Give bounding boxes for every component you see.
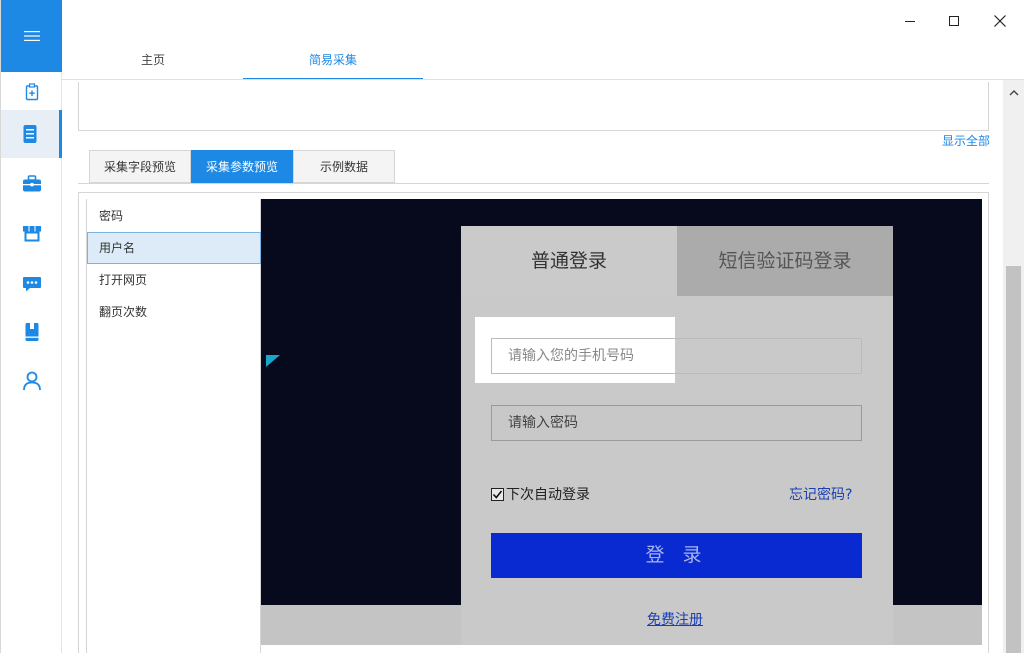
param-item-username[interactable]: 用户名 bbox=[87, 232, 261, 264]
param-item-password[interactable]: 密码 bbox=[87, 200, 261, 232]
scroll-thumb[interactable] bbox=[1006, 266, 1021, 653]
chat-icon bbox=[22, 277, 41, 292]
tab-home[interactable]: 主页 bbox=[63, 44, 243, 80]
collect-textarea[interactable] bbox=[78, 82, 989, 131]
checkbox-checked-icon bbox=[491, 487, 504, 501]
param-item-page-count[interactable]: 翻页次数 bbox=[87, 296, 261, 328]
auto-login-label: 下次自动登录 bbox=[506, 487, 590, 503]
hamburger-icon bbox=[23, 31, 40, 41]
forgot-password-link[interactable]: 忘记密码? bbox=[789, 484, 852, 504]
show-all-link[interactable]: 显示全部 bbox=[930, 132, 990, 149]
rail-item-chat[interactable] bbox=[1, 260, 62, 308]
register-link[interactable]: 免费注册 bbox=[647, 609, 703, 629]
login-button[interactable]: 登 录 bbox=[491, 533, 862, 578]
scroll-up-button[interactable] bbox=[1003, 82, 1024, 102]
tab-divider bbox=[62, 79, 1024, 80]
rail-item-store[interactable] bbox=[1, 210, 62, 258]
briefcase-icon bbox=[22, 175, 41, 192]
minimize-button[interactable] bbox=[895, 8, 925, 34]
store-icon bbox=[22, 226, 41, 242]
user-icon bbox=[22, 371, 41, 391]
login-card: 普通登录 短信验证码登录 请输入您的手机号码 请输入密码 下次自动登录 忘记密码… bbox=[461, 226, 893, 645]
param-list: 密码 用户名 打开网页 翻页次数 bbox=[86, 199, 261, 653]
book-icon bbox=[25, 323, 38, 341]
param-item-open-page[interactable]: 打开网页 bbox=[87, 264, 261, 296]
tab-normal-login[interactable]: 普通登录 bbox=[461, 226, 677, 296]
subtab-divider bbox=[78, 183, 989, 184]
tab-field-preview[interactable]: 采集字段预览 bbox=[89, 150, 191, 183]
rail-item-briefcase[interactable] bbox=[1, 160, 62, 208]
rail-item-user[interactable] bbox=[1, 357, 62, 405]
password-input[interactable]: 请输入密码 bbox=[491, 405, 862, 441]
web-preview: 普通登录 短信验证码登录 请输入您的手机号码 请输入密码 下次自动登录 忘记密码… bbox=[261, 199, 982, 645]
maximize-button[interactable] bbox=[939, 8, 969, 34]
tab-sms-login[interactable]: 短信验证码登录 bbox=[677, 226, 893, 296]
clipboard-add-icon bbox=[25, 83, 38, 101]
chevron-up-icon bbox=[1009, 89, 1018, 95]
tab-sample-data[interactable]: 示例数据 bbox=[293, 150, 395, 183]
maximize-icon bbox=[949, 16, 959, 26]
left-rail bbox=[0, 0, 62, 653]
vertical-scrollbar[interactable] bbox=[1003, 80, 1024, 653]
document-icon bbox=[23, 125, 37, 143]
carousel-arrow-icon bbox=[266, 355, 280, 367]
auto-login-checkbox[interactable]: 下次自动登录 bbox=[491, 484, 590, 504]
menu-button[interactable] bbox=[1, 0, 62, 72]
tab-param-preview[interactable]: 采集参数预览 bbox=[191, 150, 293, 183]
phone-input[interactable]: 请输入您的手机号码 bbox=[491, 338, 862, 374]
close-button[interactable] bbox=[985, 8, 1015, 34]
minimize-icon bbox=[905, 21, 915, 22]
rail-item-book[interactable] bbox=[1, 308, 62, 356]
close-icon bbox=[994, 15, 1006, 27]
rail-item-clipboard[interactable] bbox=[1, 68, 62, 116]
rail-item-document[interactable] bbox=[1, 110, 62, 158]
tab-easy-collect[interactable]: 简易采集 bbox=[243, 44, 423, 80]
